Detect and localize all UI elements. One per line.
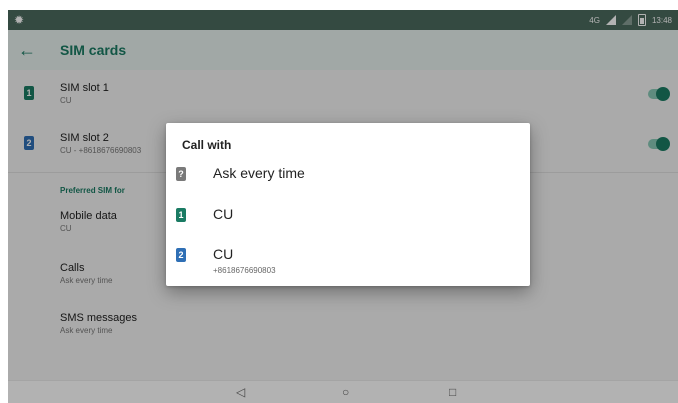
dialog-option-label: CU [213,246,234,262]
dialog-option-sim-1[interactable]: 1 CU [166,198,530,236]
dialog-option-label: Ask every time [213,165,305,181]
sim-1-icon: 1 [176,208,186,222]
dialog-option-label: CU [213,206,234,222]
dialog-option-ask-every-time[interactable]: ? Ask every time [166,157,530,195]
sim-2-icon: 2 [176,248,186,262]
dialog-option-sim-2[interactable]: 2 CU +8618676690803 [166,238,530,276]
help-sim-icon: ? [176,167,186,181]
call-with-dialog: Call with ? Ask every time 1 CU 2 CU +86… [166,123,530,286]
dialog-title: Call with [182,138,232,152]
dialog-option-subtitle: +8618676690803 [213,266,276,275]
